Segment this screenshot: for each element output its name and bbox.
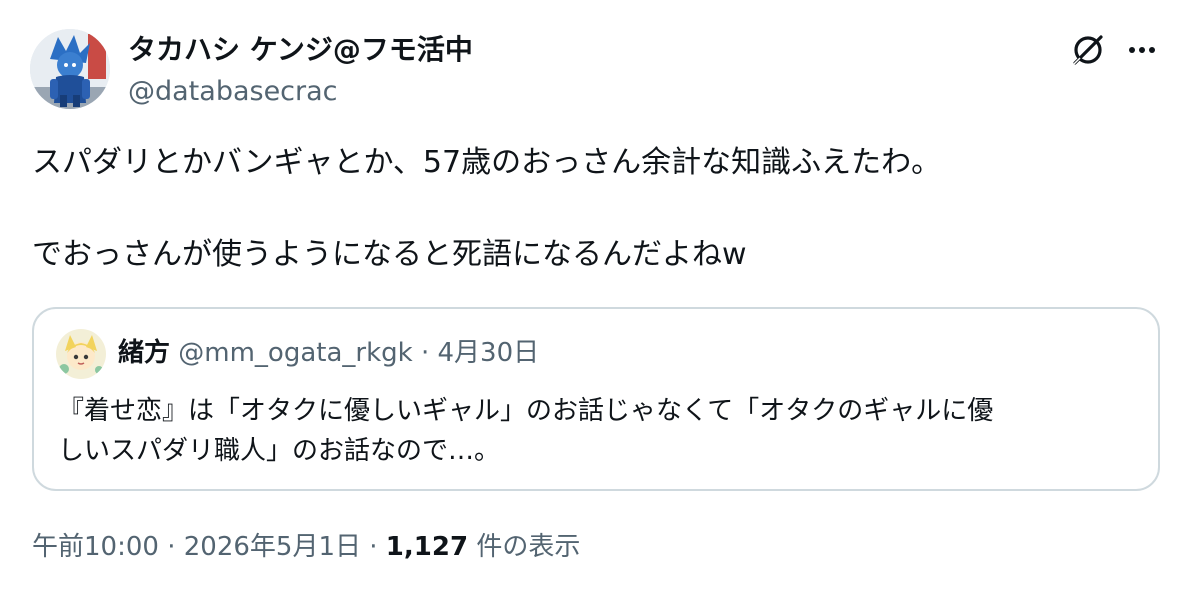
quoted-text: 『着せ恋』は「オタクに優しいギャル」のお話じゃなくて「オタクのギャルに優 しいス… bbox=[58, 391, 1142, 471]
author-handle[interactable]: @databasecrac bbox=[128, 72, 338, 112]
tweet: タカハシ ケンジ@フモ活中 @databasecrac スパダリとかバンギャとか… bbox=[0, 0, 1200, 590]
tweet-meta: 午前10:00 · 2026年5月1日 · 1,127 件の表示 bbox=[32, 527, 580, 567]
quoted-date[interactable]: 4月30日 bbox=[438, 338, 540, 368]
views-count: 1,127 bbox=[385, 532, 469, 562]
more-icon[interactable] bbox=[1122, 30, 1162, 70]
separator-dot: · bbox=[420, 338, 430, 368]
quoted-header: 緒方 @mm_ogata_rkgk · 4月30日 bbox=[118, 334, 539, 372]
quoted-author-avatar[interactable] bbox=[56, 329, 106, 379]
quoted-text-line: 『着せ恋』は「オタクに優しいギャル」のお話じゃなくて「オタクのギャルに優 bbox=[58, 396, 994, 426]
post-date[interactable]: 2026年5月1日 bbox=[184, 532, 361, 562]
tweet-text-line: スパダリとかバンギャとか、57歳のおっさん余計な知識ふえたわ。 bbox=[32, 145, 942, 180]
quoted-tweet[interactable]: 緒方 @mm_ogata_rkgk · 4月30日 『着せ恋』は「オタクに優しい… bbox=[32, 307, 1160, 491]
separator-dot: · bbox=[369, 532, 378, 562]
grok-icon[interactable] bbox=[1068, 30, 1108, 70]
quoted-text-line: しいスパダリ職人」のお話なので…。 bbox=[58, 436, 501, 466]
author-avatar[interactable] bbox=[30, 29, 110, 109]
author-display-name[interactable]: タカハシ ケンジ@フモ活中 bbox=[128, 30, 473, 70]
views-label: 件の表示 bbox=[476, 532, 581, 562]
quoted-author-name[interactable]: 緒方 bbox=[118, 338, 170, 368]
separator-dot: · bbox=[167, 532, 176, 562]
post-time[interactable]: 午前10:00 bbox=[32, 532, 159, 562]
quoted-author-handle[interactable]: @mm_ogata_rkgk bbox=[178, 338, 412, 368]
tweet-text-line: でおっさんが使うようになると死語になるんだよねw bbox=[32, 237, 747, 272]
tweet-text: スパダリとかバンギャとか、57歳のおっさん余計な知識ふえたわ。 でおっさんが使う… bbox=[32, 140, 1172, 278]
